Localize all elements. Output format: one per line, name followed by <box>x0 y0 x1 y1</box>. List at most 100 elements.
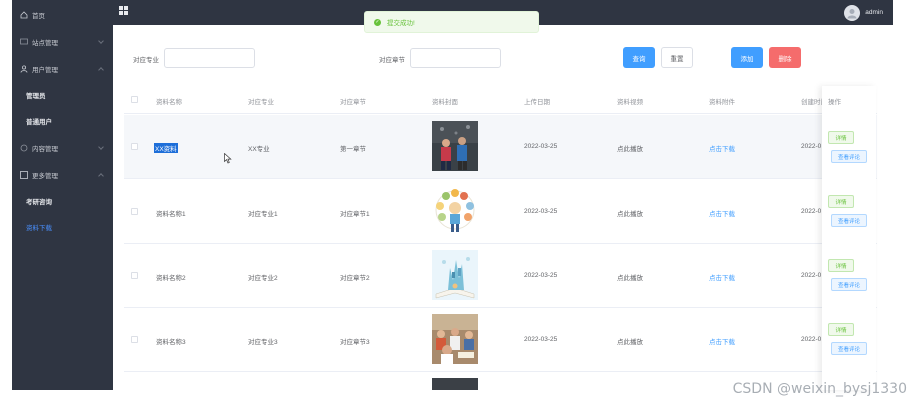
chevron-down-icon <box>98 144 104 150</box>
sidebar: 首页 站点管理 用户管理 管理员 普通用户 内容管理 更多管理 考研咨询 资料下… <box>12 0 113 390</box>
sidebar-item-label: 首页 <box>32 12 45 20</box>
download-link[interactable]: 点击下载 <box>709 272 735 282</box>
cell-created: 2022-0 <box>801 272 822 279</box>
column-header: 资料封面 <box>432 99 458 106</box>
sidebar-item-site[interactable]: 站点管理 <box>12 28 113 55</box>
cell-chapter: 对应章节3 <box>340 339 370 346</box>
cell-name: 资料名称2 <box>156 275 186 282</box>
user-name[interactable]: admin <box>865 9 883 16</box>
table-row[interactable]: 资料名称3 对应专业3 对应章节3 2022-03-25 点此播放 点击下载 2… <box>124 308 877 372</box>
mouse-cursor-icon <box>224 152 232 166</box>
detail-button[interactable]: 详情 <box>828 195 854 208</box>
reset-button[interactable]: 重置 <box>661 47 693 68</box>
download-link[interactable]: 点击下载 <box>709 336 735 346</box>
sidebar-item-home[interactable]: 首页 <box>12 1 113 28</box>
cell-chapter: 第一章节 <box>340 146 366 153</box>
sidebar-subitem-consult[interactable]: 考研咨询 <box>12 188 113 214</box>
table-header: 资料名称 对应专业 对应章节 资料封面 上传日期 资料视频 资料附件 创建时间 <box>124 86 877 114</box>
chevron-up-icon <box>98 173 104 179</box>
chapter-input[interactable] <box>410 48 501 68</box>
cell-date: 2022-03-25 <box>524 336 558 343</box>
major-label: 对应专业 <box>133 57 159 64</box>
cell-name: 资料名称3 <box>156 339 186 346</box>
detail-button[interactable]: 详情 <box>828 323 854 336</box>
cell-created: 2022-0 <box>801 336 822 343</box>
cell-name: XX资料 <box>154 143 178 153</box>
avatar[interactable] <box>844 5 860 21</box>
view-comments-button[interactable]: 查看评论 <box>831 214 867 227</box>
row-checkbox[interactable] <box>131 336 138 343</box>
sidebar-item-users[interactable]: 用户管理 <box>12 55 113 82</box>
column-header: 资料视频 <box>617 99 643 106</box>
sidebar-item-more[interactable]: 更多管理 <box>12 161 113 188</box>
chevron-down-icon <box>98 38 104 44</box>
column-header: 资料名称 <box>156 99 182 106</box>
cell-created: 2022-0 <box>801 208 822 215</box>
select-all-checkbox[interactable] <box>131 96 138 103</box>
play-video-link[interactable]: 点此播放 <box>617 336 643 346</box>
table-row[interactable]: 资料名称2 对应专业2 对应章节2 2022-03-25 点此播放 点击下载 2… <box>124 244 877 308</box>
cover-image <box>432 186 478 236</box>
cell-major: 对应专业3 <box>248 339 278 346</box>
user-icon <box>20 64 28 73</box>
monitor-icon <box>20 38 28 46</box>
chapter-label: 对应章节 <box>379 57 405 64</box>
row-checkbox[interactable] <box>131 143 138 150</box>
detail-button[interactable]: 详情 <box>828 131 854 144</box>
cover-image <box>432 250 478 300</box>
table-row[interactable]: 资料名称1 对应专业1 对应章节1 2022-03-25 点此播放 点击下载 2… <box>124 180 877 244</box>
view-comments-button[interactable]: 查看评论 <box>831 150 867 163</box>
column-header: 操作 <box>828 99 841 106</box>
add-button[interactable]: 添加 <box>731 47 763 68</box>
delete-button[interactable]: 删除 <box>769 47 801 68</box>
chevron-up-icon <box>98 67 104 73</box>
row-checkbox[interactable] <box>131 208 138 215</box>
sidebar-subitem-admins[interactable]: 管理员 <box>12 82 113 108</box>
play-video-link[interactable]: 点此播放 <box>617 208 643 218</box>
sidebar-item-label: 站点管理 <box>32 39 58 47</box>
cell-created: 2022-0 <box>801 143 822 150</box>
content-icon <box>20 144 28 152</box>
cell-chapter: 对应章节2 <box>340 275 370 282</box>
cover-image <box>432 378 478 390</box>
major-input[interactable] <box>164 48 255 68</box>
success-toast: ✓ 提交成功! <box>364 11 539 33</box>
download-link[interactable]: 点击下载 <box>709 143 735 153</box>
query-button[interactable]: 查询 <box>623 47 655 68</box>
column-header: 对应专业 <box>248 99 274 106</box>
view-comments-button[interactable]: 查看评论 <box>831 342 867 355</box>
sidebar-item-label: 用户管理 <box>32 66 58 74</box>
cell-chapter: 对应章节1 <box>340 211 370 218</box>
column-header: 对应章节 <box>340 99 366 106</box>
cell-date: 2022-03-25 <box>524 143 558 150</box>
table-row[interactable]: XX资料 XX专业 第一章节 2022-03-25 点此播放 点击下载 2022… <box>124 115 877 179</box>
cell-major: 对应专业2 <box>248 275 278 282</box>
menu-toggle-icon[interactable] <box>119 6 129 16</box>
home-icon <box>20 10 28 19</box>
play-video-link[interactable]: 点此播放 <box>617 143 643 153</box>
watermark: CSDN @weixin_bysj1330 <box>732 381 907 397</box>
detail-button[interactable]: 详情 <box>828 259 854 272</box>
cover-image <box>432 314 478 364</box>
sidebar-item-label: 更多管理 <box>32 172 58 180</box>
column-header: 上传日期 <box>524 99 550 106</box>
cell-major: XX专业 <box>248 146 270 153</box>
sidebar-subitem-users[interactable]: 普通用户 <box>12 108 113 134</box>
download-link[interactable]: 点击下载 <box>709 208 735 218</box>
view-comments-button[interactable]: 查看评论 <box>831 278 867 291</box>
row-checkbox[interactable] <box>131 272 138 279</box>
cell-date: 2022-03-25 <box>524 272 558 279</box>
cell-date: 2022-03-25 <box>524 208 558 215</box>
check-circle-icon: ✓ <box>374 18 381 26</box>
more-icon <box>20 170 28 179</box>
sidebar-subitem-downloads[interactable]: 资料下载 <box>12 214 113 240</box>
operation-column: 操作 详情 查看评论 详情 查看评论 详情 查看评论 详情 查看评论 <box>822 86 876 390</box>
play-video-link[interactable]: 点此播放 <box>617 272 643 282</box>
sidebar-item-content[interactable]: 内容管理 <box>12 134 113 161</box>
toast-message: 提交成功! <box>387 20 415 27</box>
sidebar-item-label: 内容管理 <box>32 145 58 153</box>
cell-name: 资料名称1 <box>156 211 186 218</box>
cover-image <box>432 121 478 171</box>
cell-major: 对应专业1 <box>248 211 278 218</box>
column-header: 资料附件 <box>709 99 735 106</box>
